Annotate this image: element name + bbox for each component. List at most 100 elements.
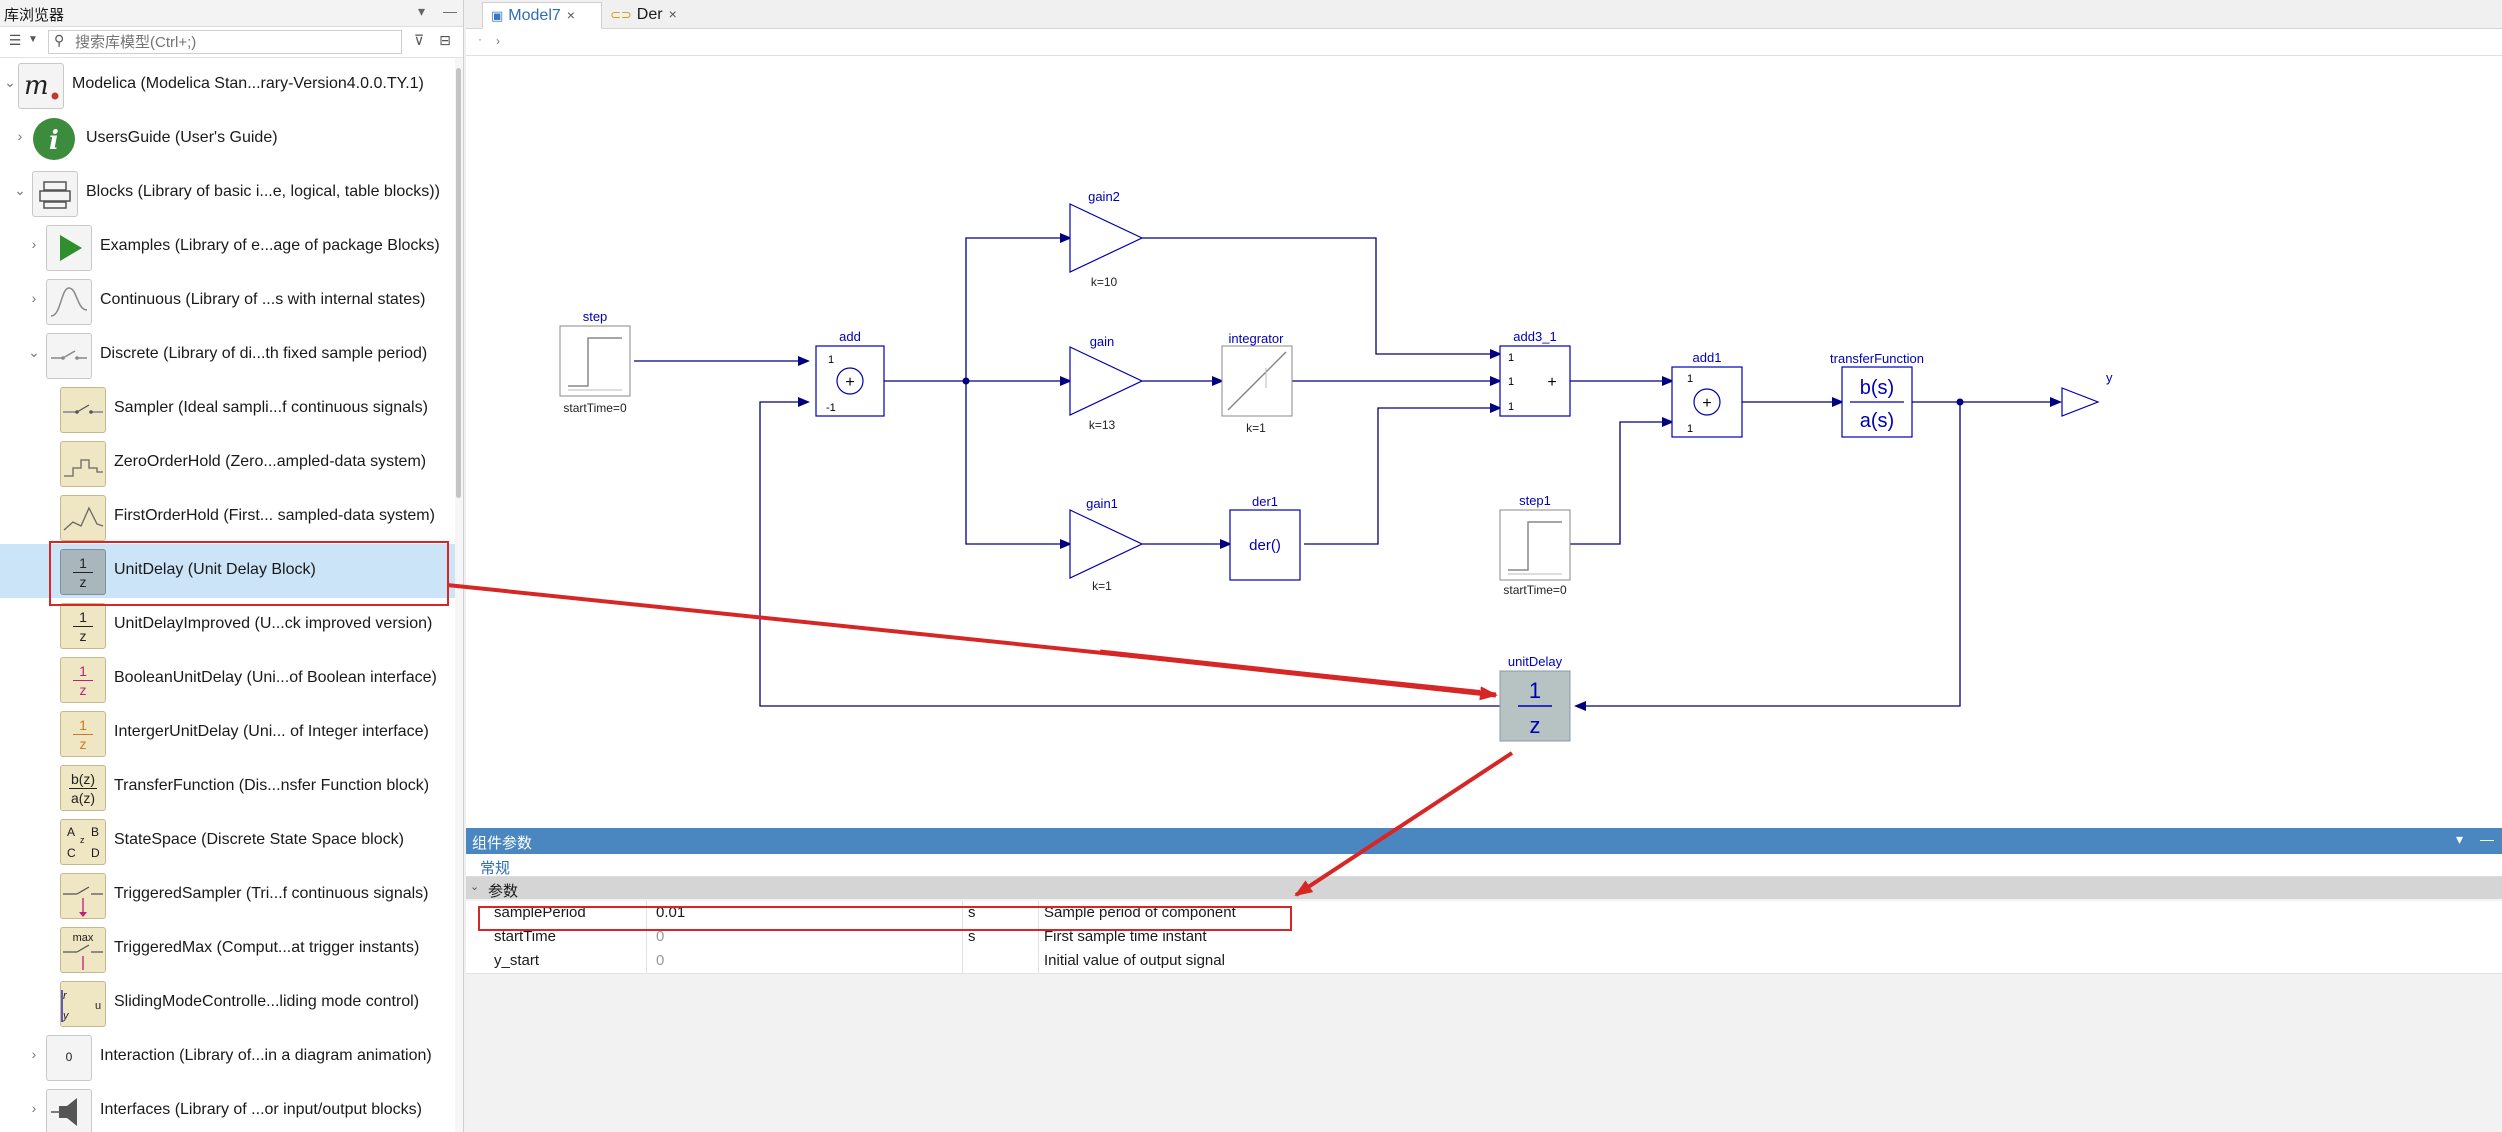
chevron-right-icon[interactable]: › [27, 290, 41, 306]
tree-item-modelica[interactable]: ⌄ m Modelica (Modelica Stan...rary-Versi… [0, 58, 455, 112]
collapse-all-icon[interactable]: ⊟ [436, 31, 454, 49]
tree-item-transferfunction[interactable]: b(z) a(z) TransferFunction (Dis...nsfer … [0, 760, 455, 814]
block-name: y [2106, 370, 2113, 385]
filter-icon[interactable]: ⊽ [410, 31, 428, 49]
block-add3-1[interactable]: 1 1 1 + add3_1 [1499, 329, 1571, 417]
chevron-down-icon[interactable]: ⌄ [27, 344, 41, 361]
tree-item-label: Sampler (Ideal sampli...f continuous sig… [114, 399, 428, 416]
chevron-down-icon[interactable]: ▾ [2456, 831, 2463, 848]
diagram-svg[interactable]: step startTime=0 + 1 -1 add gain2 k=10 g… [466, 56, 2502, 828]
tree-item-label: Examples (Library of e...age of package … [100, 237, 440, 254]
tree-item-blocks[interactable]: ⌄ Blocks (Library of basic i...e, logica… [0, 166, 455, 220]
tree-item-label: Interfaces (Library of ...or input/outpu… [100, 1101, 422, 1118]
svg-text:a(s): a(s) [1860, 410, 1894, 432]
block-gain[interactable]: gain k=13 [1069, 334, 1144, 432]
tree-item-continuous[interactable]: › Continuous (Library of ...s with inter… [0, 274, 455, 328]
block-unitdelay[interactable]: 1 z unitDelay [1499, 654, 1571, 742]
svg-text:1: 1 [1508, 352, 1514, 364]
tree-item-label: FirstOrderHold (First... sampled-data sy… [114, 507, 435, 524]
minimize-icon[interactable]: — [443, 3, 457, 19]
chevron-right-icon[interactable]: › [13, 128, 27, 144]
library-scrollbar[interactable] [455, 58, 463, 1132]
chevron-down-icon[interactable]: ⌄ [13, 182, 27, 199]
junction-dot [1956, 398, 1964, 406]
tree-item-interfaces[interactable]: › Interfaces (Library of ...or input/out… [0, 1084, 455, 1132]
minimize-icon[interactable]: — [2480, 831, 2494, 847]
blocks-package-icon [32, 171, 78, 217]
block-add1[interactable]: + 1 1 add1 [1671, 350, 1743, 438]
breadcrumb: · › [466, 29, 2502, 56]
params-title: 组件参数 [472, 835, 533, 852]
block-name: gain1 [1086, 496, 1118, 511]
block-name: add1 [1693, 350, 1722, 365]
svg-text:+: + [1547, 374, 1556, 391]
block-der1[interactable]: der() der1 [1229, 494, 1301, 581]
search-input[interactable] [73, 32, 397, 52]
tree-item-triggeredmax[interactable]: max TriggeredMax (Comput...at trigger in… [0, 922, 455, 976]
block-add[interactable]: + 1 -1 add [815, 329, 885, 417]
editor-tabs: ▣ Model7 × ⊂⊃ Der × [466, 0, 2502, 29]
block-gain1[interactable]: gain1 k=1 [1069, 496, 1144, 593]
tree-item-discrete[interactable]: ⌄ Discrete (Library of di...th fixed sam… [0, 328, 455, 382]
tree-item-triggeredsampler[interactable]: TriggeredSampler (Tri...f continuous sig… [0, 868, 455, 922]
tree-item-firstorderhold[interactable]: FirstOrderHold (First... sampled-data sy… [0, 490, 455, 544]
block-param: k=1 [1092, 579, 1112, 593]
block-step1[interactable]: step1 startTime=0 [1499, 493, 1571, 597]
diagram-canvas[interactable]: step startTime=0 + 1 -1 add gain2 k=10 g… [466, 56, 2502, 828]
chevron-down-icon[interactable]: ▾ [418, 3, 425, 20]
params-group[interactable]: ⌄ 参数 [466, 877, 2502, 900]
tree-item-slidingmodecontroller[interactable]: ry u SlidingModeControlle...liding mode c… [0, 976, 455, 1030]
tree-item-examples[interactable]: › Examples (Library of e...age of packag… [0, 220, 455, 274]
tree-item-interaction[interactable]: › 0 Interaction (Library of...in a diagr… [0, 1030, 455, 1084]
tree-item-label: Continuous (Library of ...s with interna… [100, 291, 426, 308]
scrollbar-thumb[interactable] [456, 68, 461, 498]
block-output-y[interactable]: y [2061, 370, 2113, 417]
block-step[interactable]: step startTime=0 [559, 309, 631, 415]
library-view-icon[interactable]: ☰ [6, 31, 24, 49]
tree-item-statespace[interactable]: A B z C D StateSpace (Discrete State Spa… [0, 814, 455, 868]
block-integrator[interactable]: integrator k=1 [1221, 331, 1293, 435]
chevron-right-icon[interactable]: › [27, 1100, 41, 1116]
connection-wires [634, 233, 2062, 711]
param-value-input[interactable]: 0 [656, 952, 664, 969]
block-transferfunction[interactable]: b(s) a(s) transferFunction [1830, 351, 1924, 438]
chevron-right-icon[interactable]: › [496, 34, 500, 48]
modelica-logo-icon: m [18, 63, 64, 109]
chevron-right-icon[interactable]: › [27, 236, 41, 252]
block-name: add3_1 [1513, 329, 1556, 344]
tree-item-label: TransferFunction (Dis...nsfer Function b… [114, 777, 430, 794]
library-browser: 库浏览器 ▾ — ☰ ▼ ⚲ ⊽ ⊟ ⌄ m Modelica (Modelic… [0, 0, 464, 1132]
zero-order-hold-icon [60, 441, 106, 487]
tree-item-booleanunitdelay[interactable]: 1 z BooleanUnitDelay (Uni...of Boolean i… [0, 652, 455, 706]
tab-general[interactable]: 常规 [480, 857, 510, 878]
block-gain2[interactable]: gain2 k=10 [1069, 189, 1144, 289]
block-name: unitDelay [1508, 654, 1563, 669]
param-name: y_start [494, 952, 540, 969]
tree-item-label: IntergerUnitDelay (Uni... of Integer int… [114, 723, 429, 740]
chevron-down-icon[interactable]: ⌄ [470, 880, 479, 893]
library-search-row: ☰ ▼ ⚲ ⊽ ⊟ [0, 27, 463, 58]
triggered-sampler-icon [60, 873, 106, 919]
tree-item-sampler[interactable]: Sampler (Ideal sampli...f continuous sig… [0, 382, 455, 436]
block-name: step1 [1519, 493, 1551, 508]
tab-der[interactable]: ⊂⊃ Der × [602, 2, 692, 27]
block-name: gain [1090, 334, 1115, 349]
svg-text:y: y [62, 1010, 70, 1022]
junction-dot [962, 377, 970, 385]
param-row-ystart[interactable]: y_start 0 Initial value of output signal [466, 949, 2502, 974]
param-description: Initial value of output signal [1044, 952, 1225, 969]
chevron-down-icon[interactable]: ⌄ [3, 74, 17, 91]
chevron-right-icon[interactable]: › [27, 1046, 41, 1062]
tree-item-unitdelayimproved[interactable]: 1 z UnitDelayImproved (U...ck improved v… [0, 598, 455, 652]
tree-item-label: ZeroOrderHold (Zero...ampled-data system… [114, 453, 427, 470]
chevron-down-icon[interactable]: ▼ [24, 31, 42, 49]
tree-item-integerunitdelay[interactable]: 1 z IntergerUnitDelay (Uni... of Integer… [0, 706, 455, 760]
tree-item-usersguide[interactable]: › i UsersGuide (User's Guide) [0, 112, 455, 166]
tree-item-zeroorderhold[interactable]: ZeroOrderHold (Zero...ampled-data system… [0, 436, 455, 490]
library-search-box[interactable]: ⚲ [48, 30, 402, 54]
close-icon[interactable]: × [669, 6, 677, 22]
tab-model7[interactable]: ▣ Model7 × [482, 2, 602, 29]
close-icon[interactable]: × [567, 7, 575, 23]
library-title-bar: 库浏览器 ▾ — [0, 0, 463, 27]
continuous-curve-icon [46, 279, 92, 325]
